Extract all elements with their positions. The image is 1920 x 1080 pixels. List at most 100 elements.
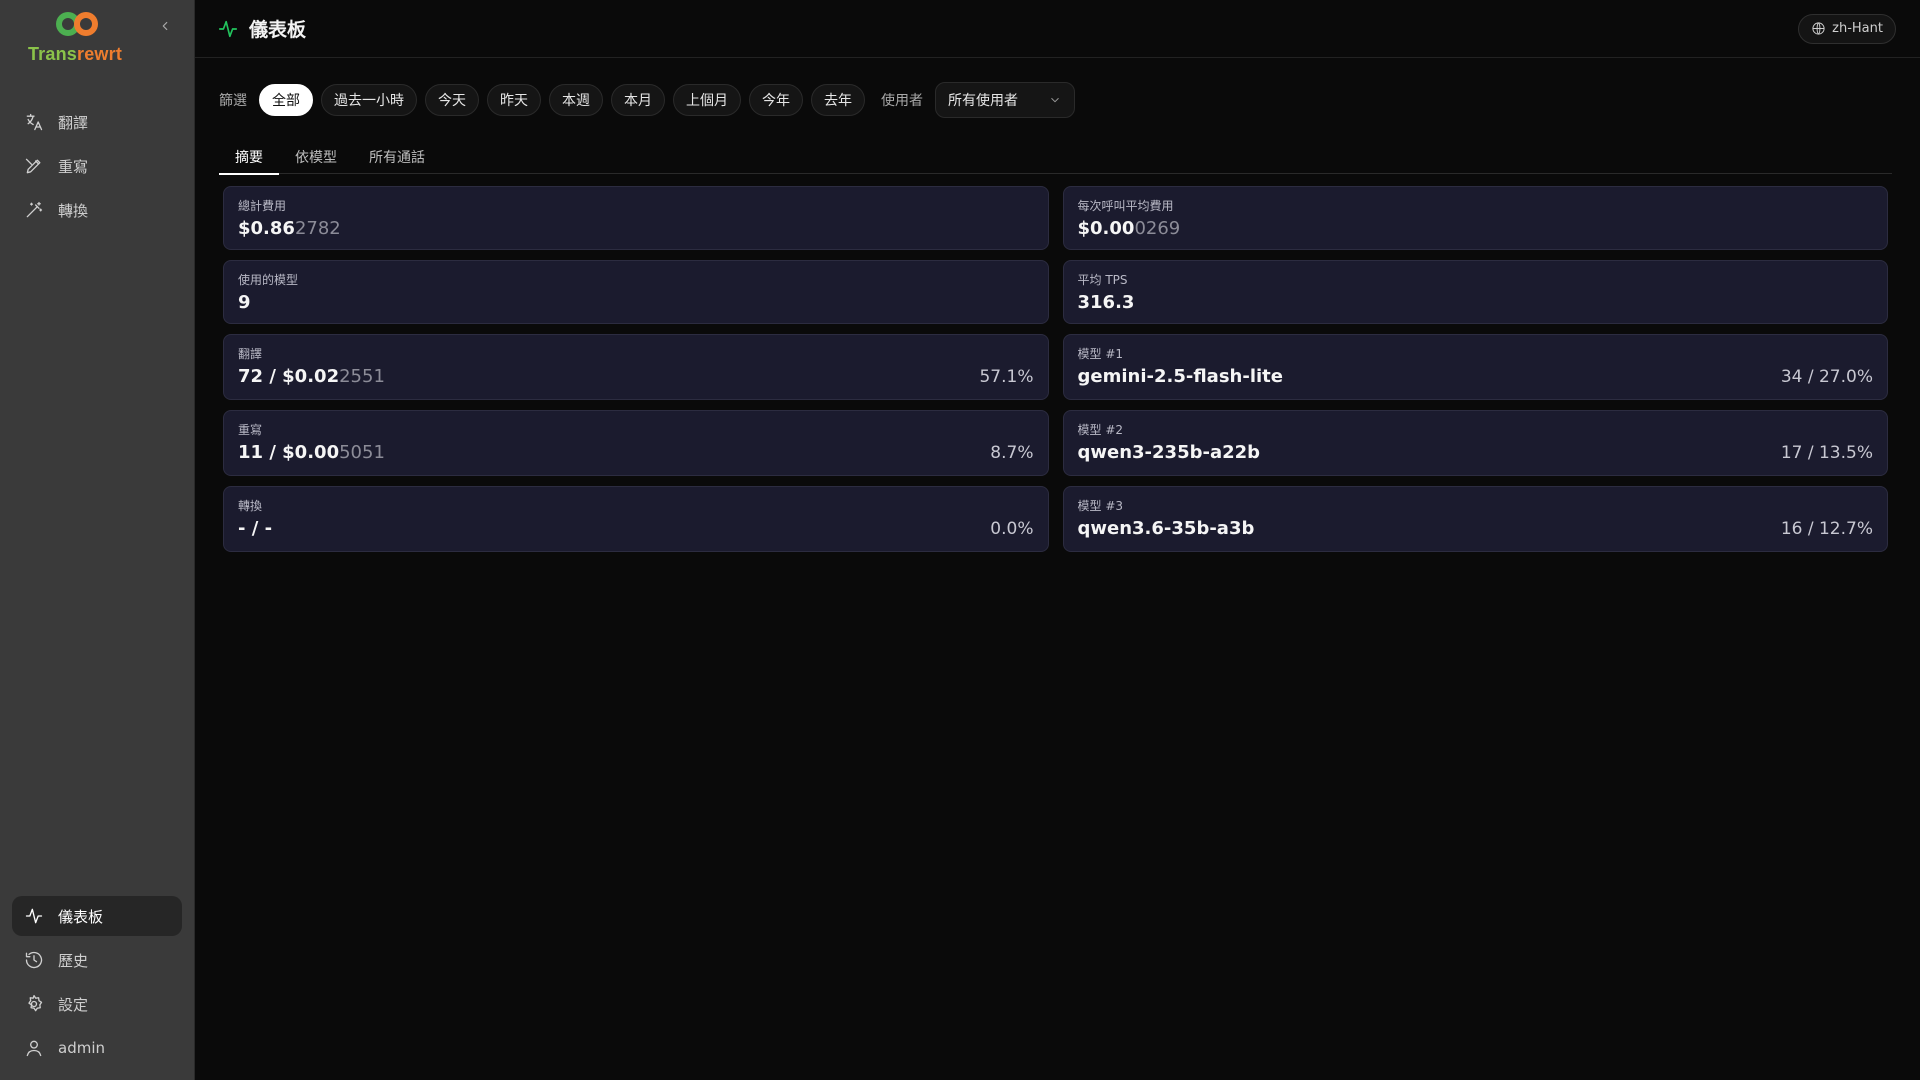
tab-bar: 摘要 依模型 所有通話 — [219, 140, 1892, 175]
value-dim: 2551 — [339, 366, 385, 387]
sidebar-item-label: 翻譯 — [58, 113, 89, 132]
sidebar-item-label: 儀表板 — [58, 907, 104, 926]
card-value: $0.862782 — [238, 218, 341, 239]
globe-icon — [1812, 22, 1825, 35]
sidebar-item-label: admin — [58, 1039, 105, 1057]
sidebar-item-settings[interactable]: 設定 — [12, 984, 182, 1024]
card-label: 翻譯 — [238, 347, 263, 361]
value-dim: 5051 — [339, 442, 385, 463]
sidebar: Transrewrt 翻譯 重寫 轉換 儀表板 歷史 設定 admin — [0, 0, 195, 1080]
brand-name-part2: rewrt — [77, 44, 123, 64]
sidebar-bottom-nav: 儀表板 歷史 設定 admin — [0, 894, 194, 1070]
card-value: qwen3-235b-a22b — [1077, 442, 1261, 463]
brand-name: Transrewrt — [28, 44, 122, 65]
brand-name-part1: Trans — [27, 44, 77, 64]
card-label: 模型 #3 — [1077, 499, 1124, 513]
card-row: gemini-2.5-flash-lite 34 / 27.0% — [1078, 366, 1874, 387]
card-models-used: 使用的模型 9 — [223, 260, 1049, 324]
filter-chip-all[interactable]: 全部 — [259, 84, 313, 116]
card-label: 使用的模型 — [238, 273, 299, 287]
card-value: $0.000269 — [1078, 218, 1181, 239]
user-filter-label: 使用者 — [881, 93, 923, 109]
activity-icon — [218, 20, 238, 37]
card-percent: 57.1% — [979, 367, 1034, 387]
app-root: Transrewrt 翻譯 重寫 轉換 儀表板 歷史 設定 admin 儀表板 … — [0, 0, 1920, 1080]
card-model-1: 模型 #1 gemini-2.5-flash-lite 34 / 27.0% — [1062, 334, 1888, 400]
value-dim: 0269 — [1134, 218, 1181, 239]
card-value: 11 / $0.005051 — [238, 442, 385, 463]
sidebar-item-history[interactable]: 歷史 — [12, 940, 182, 980]
collapse-sidebar-button[interactable] — [155, 18, 175, 38]
logo-icon — [52, 10, 98, 40]
sidebar-item-label: 轉換 — [58, 201, 89, 220]
history-icon — [25, 951, 43, 969]
card-row: 316.3 — [1078, 292, 1874, 313]
sidebar-item-label: 重寫 — [58, 157, 89, 176]
filter-bar: 篩選 全部 過去一小時 今天 昨天 本週 本月 上個月 今年 去年 使用者 所有… — [219, 82, 1892, 118]
card-model-2: 模型 #2 qwen3-235b-a22b 17 / 13.5% — [1062, 410, 1888, 476]
card-label: 模型 #2 — [1077, 423, 1124, 437]
card-value: gemini-2.5-flash-lite — [1077, 366, 1283, 387]
card-label: 平均 TPS — [1077, 273, 1128, 287]
card-label: 總計費用 — [238, 199, 287, 213]
filter-chip-yesterday[interactable]: 昨天 — [487, 84, 541, 116]
card-value: 316.3 — [1077, 292, 1135, 313]
gear-icon — [28, 995, 43, 1012]
value-bright: $0.86 — [238, 218, 295, 239]
card-label: 重寫 — [238, 423, 263, 437]
sidebar-item-convert[interactable]: 轉換 — [12, 190, 182, 230]
language-label: zh-Hant — [1832, 21, 1883, 36]
value-bright: 11 / $0.00 — [238, 442, 340, 463]
tab-summary[interactable]: 摘要 — [219, 140, 279, 175]
card-stat: 16 / 12.7% — [1780, 519, 1873, 539]
filter-chip-today[interactable]: 今天 — [425, 84, 479, 116]
stats-grid: 總計費用 $0.862782 每次呼叫平均費用 $0.000269 使用的模型 … — [219, 186, 1892, 552]
filter-chip-this-month[interactable]: 本月 — [611, 84, 665, 116]
card-avg-cost: 每次呼叫平均費用 $0.000269 — [1062, 186, 1888, 250]
filter-label: 篩選 — [219, 93, 247, 109]
user-select[interactable]: 所有使用者 — [935, 82, 1075, 118]
filter-chip-last-hour[interactable]: 過去一小時 — [321, 84, 417, 116]
user-select-value: 所有使用者 — [948, 93, 1018, 109]
sidebar-item-dashboard[interactable]: 儀表板 — [12, 896, 182, 936]
title-wrap: 儀表板 — [217, 15, 306, 42]
card-row: 11 / $0.005051 8.7% — [238, 442, 1034, 463]
value-bright: $0.00 — [1077, 218, 1135, 239]
card-row: qwen3.6-35b-a3b 16 / 12.7% — [1078, 518, 1874, 539]
brand: Transrewrt — [0, 0, 150, 78]
card-label: 每次呼叫平均費用 — [1077, 199, 1174, 213]
main-panel: 儀表板 zh-Hant 篩選 全部 過去一小時 今天 昨天 本週 本月 上個月 … — [195, 0, 1920, 1080]
filter-chip-this-week[interactable]: 本週 — [549, 84, 603, 116]
sidebar-item-translate[interactable]: 翻譯 — [12, 102, 182, 142]
translate-icon — [26, 113, 43, 131]
card-row: 72 / $0.022551 57.1% — [238, 366, 1034, 387]
filter-chip-last-year[interactable]: 去年 — [811, 84, 865, 116]
filter-chip-last-month[interactable]: 上個月 — [673, 84, 741, 116]
language-button[interactable]: zh-Hant — [1798, 13, 1896, 44]
card-translate: 翻譯 72 / $0.022551 57.1% — [223, 334, 1049, 400]
value-dim: 2782 — [294, 218, 341, 239]
filter-chip-this-year[interactable]: 今年 — [749, 84, 803, 116]
card-row: 9 — [238, 292, 1034, 313]
sidebar-nav: 翻譯 重寫 轉換 — [0, 100, 194, 232]
card-value: qwen3.6-35b-a3b — [1077, 518, 1255, 539]
topbar: 儀表板 zh-Hant — [195, 0, 1920, 58]
card-row: $0.862782 — [238, 218, 1034, 239]
wand-icon — [26, 201, 43, 218]
tab-all-calls[interactable]: 所有通話 — [353, 140, 441, 174]
page-title: 儀表板 — [249, 19, 307, 41]
card-row: - / - 0.0% — [238, 518, 1034, 539]
tab-by-model[interactable]: 依模型 — [279, 140, 353, 174]
card-value: 9 — [238, 292, 251, 313]
card-rewrite: 重寫 11 / $0.005051 8.7% — [223, 410, 1049, 476]
card-row: $0.000269 — [1078, 218, 1874, 239]
sidebar-item-label: 設定 — [58, 995, 89, 1014]
sidebar-item-rewrite[interactable]: 重寫 — [12, 146, 182, 186]
sidebar-item-user[interactable]: admin — [12, 1028, 182, 1068]
card-avg-tps: 平均 TPS 316.3 — [1062, 260, 1888, 324]
card-row: qwen3-235b-a22b 17 / 13.5% — [1078, 442, 1874, 463]
sidebar-item-label: 歷史 — [58, 951, 89, 970]
card-label: 模型 #1 — [1077, 347, 1124, 361]
chevron-left-icon — [162, 21, 168, 31]
card-stat: 17 / 13.5% — [1780, 443, 1873, 463]
